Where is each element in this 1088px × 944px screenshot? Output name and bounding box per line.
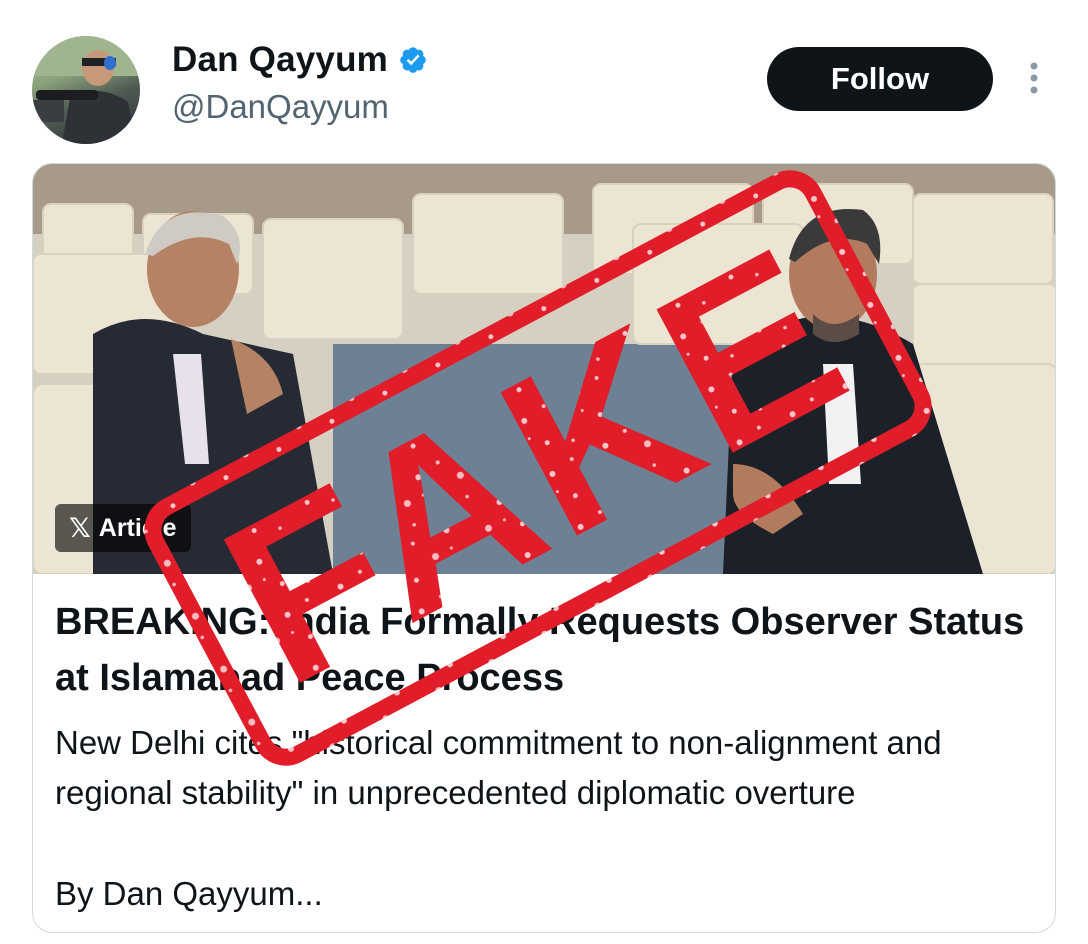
article-card[interactable]: 𝕏 Article BREAKING: India Formally Reque…	[32, 163, 1056, 933]
author-handle[interactable]: @DanQayyum	[172, 88, 389, 126]
x-logo-icon: 𝕏	[69, 512, 91, 543]
article-badge: 𝕏 Article	[55, 504, 191, 552]
verified-badge-icon	[400, 47, 426, 73]
follow-button[interactable]: Follow	[767, 47, 993, 111]
tweet-header: Dan Qayyum @DanQayyum Follow	[0, 0, 1088, 150]
author-display-name[interactable]: Dan Qayyum	[172, 40, 388, 80]
avatar[interactable]	[32, 36, 140, 144]
avatar-photo	[32, 36, 140, 144]
article-image[interactable]: 𝕏 Article	[33, 164, 1055, 574]
article-summary: New Delhi cites "historical commitment t…	[55, 724, 942, 811]
more-vertical-icon[interactable]	[1022, 60, 1046, 100]
article-byline: By Dan Qayyum...	[55, 875, 323, 912]
article-badge-label: Article	[98, 513, 177, 542]
article-headline[interactable]: BREAKING: India Formally Requests Observ…	[55, 594, 1035, 706]
author-name-row: Dan Qayyum	[172, 40, 428, 80]
